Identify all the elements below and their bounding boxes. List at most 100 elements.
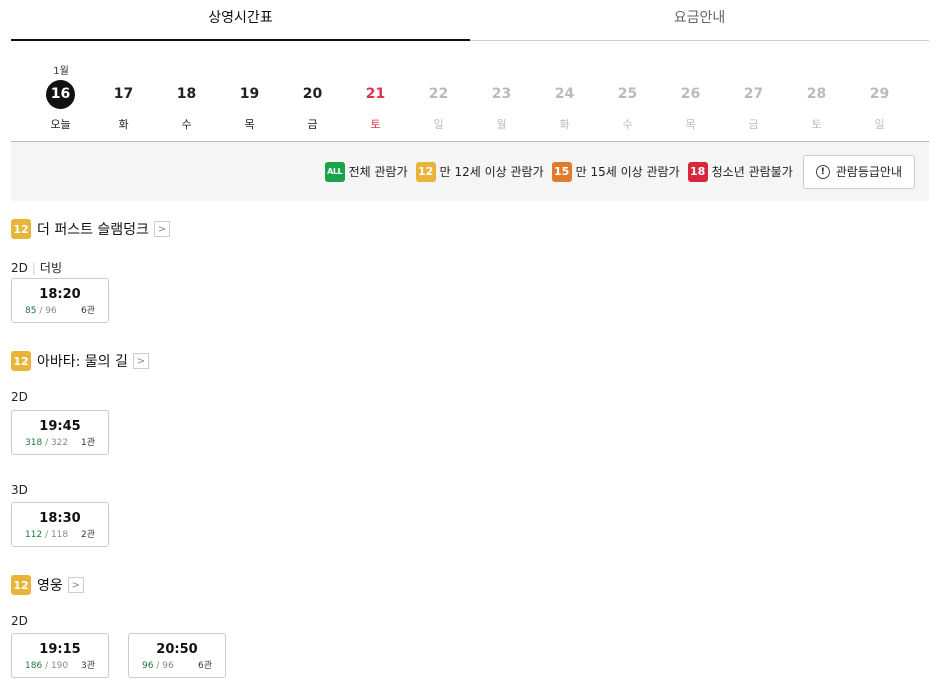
format-label: 2D (11, 390, 28, 404)
info-icon: ! (815, 164, 830, 179)
date-weekday: 토 (370, 118, 381, 131)
movie-title-row: 12 더 퍼스트 슬램덩크 > (11, 219, 170, 239)
date-weekday: 월 (496, 118, 507, 131)
movie-title[interactable]: 아바타: 물의 길 (37, 351, 128, 371)
showtime-button[interactable]: 19:45 318 / 322 1관 (11, 410, 109, 455)
date-weekday: 목 (244, 118, 255, 131)
date-item: 24 화 (533, 80, 596, 132)
date-weekday: 목 (685, 118, 696, 131)
date-weekday: 오늘 (50, 118, 71, 131)
chevron-right-icon[interactable]: > (153, 221, 170, 237)
format-label: 3D (11, 483, 28, 497)
showtime-button[interactable]: 18:20 85 / 96 6관 (11, 278, 109, 323)
date-weekday: 일 (874, 118, 885, 131)
date-number: 17 (113, 86, 134, 102)
rating-legend-all: ALL 전체 관람가 (324, 161, 408, 182)
date-item[interactable]: 20 금 (281, 80, 344, 132)
date-item: 22 일 (407, 80, 470, 132)
date-item[interactable]: 17 화 (92, 80, 155, 132)
date-number: 27 (743, 86, 764, 102)
rating-legend-bar: ALL 전체 관람가 12 만 12세 이상 관람가 15 만 15세 이상 관… (11, 141, 929, 201)
date-item: 28 토 (785, 80, 848, 132)
showtime-time: 19:15 (39, 642, 81, 657)
chevron-right-icon[interactable]: > (67, 577, 84, 593)
date-number: 28 (806, 86, 827, 102)
rating-legend-label: 전체 관람가 (348, 165, 408, 179)
chevron-right-icon[interactable]: > (132, 353, 149, 369)
tab-bar: 상영시간표 요금안내 (11, 0, 929, 41)
tab-showtimes[interactable]: 상영시간표 (11, 0, 470, 41)
movie-title[interactable]: 영웅 (37, 575, 63, 595)
date-weekday: 토 (811, 118, 822, 131)
hall-label: 2관 (80, 530, 95, 540)
seats-total: / 96 (156, 661, 174, 671)
rating-15-badge: 15 (551, 161, 572, 182)
date-item[interactable]: 19 목 (218, 80, 281, 132)
format-type: 3D (11, 483, 28, 497)
date-weekday: 화 (118, 118, 129, 131)
rating-12-badge: 12 (11, 575, 31, 595)
rating-all-badge: ALL (324, 161, 345, 182)
showtime-time: 18:20 (39, 287, 81, 302)
showtime-button[interactable]: 18:30 112 / 118 2관 (11, 502, 109, 547)
date-item[interactable]: 16 오늘 (29, 80, 92, 132)
movie-title-row: 12 아바타: 물의 길 > (11, 351, 149, 371)
seat-count: 112 / 118 (25, 530, 68, 540)
format-type: 2D (11, 261, 28, 275)
rating-18-badge: 18 (687, 161, 708, 182)
date-number: 23 (491, 86, 512, 102)
seats-available: 112 (25, 530, 43, 540)
date-item: 29 일 (848, 80, 911, 132)
tab-pricing[interactable]: 요금안내 (470, 0, 929, 40)
date-item: 23 월 (470, 80, 533, 132)
seats-available: 85 (25, 306, 37, 316)
seats-total: / 96 (39, 306, 57, 316)
date-weekday: 일 (433, 118, 444, 131)
date-number: 22 (428, 86, 449, 102)
rating-legend-18: 18 청소년 관람불가 (687, 161, 793, 182)
format-type: 2D (11, 390, 28, 404)
rating-guide-button[interactable]: ! 관람등급안내 (802, 154, 915, 189)
format-label: 2D | 더빙 (11, 259, 62, 276)
rating-12-badge: 12 (11, 219, 31, 239)
month-label: 1월 (53, 66, 69, 77)
hall-label: 6관 (197, 661, 212, 671)
date-number: 26 (680, 86, 701, 102)
date-item: 25 수 (596, 80, 659, 132)
date-item[interactable]: 18 수 (155, 80, 218, 132)
rating-guide-label: 관람등급안내 (835, 165, 902, 179)
seat-count: 85 / 96 (25, 306, 57, 316)
date-item: 26 목 (659, 80, 722, 132)
rating-legend-12: 12 만 12세 이상 관람가 (415, 161, 544, 182)
format-label: 2D (11, 614, 28, 628)
date-item[interactable]: 21 토 (344, 80, 407, 132)
movie-title-row: 12 영웅 > (11, 575, 84, 595)
divider: | (31, 261, 36, 275)
format-sub: 더빙 (39, 261, 63, 275)
seats-total: / 118 (45, 530, 69, 540)
seats-total: / 190 (45, 661, 69, 671)
showtime-button[interactable]: 20:50 96 / 96 6관 (128, 633, 226, 678)
rating-legend-15: 15 만 15세 이상 관람가 (551, 161, 680, 182)
hall-label: 3관 (80, 661, 95, 671)
date-number: 20 (302, 86, 323, 102)
seat-count: 186 / 190 (25, 661, 68, 671)
date-number: 18 (176, 86, 197, 102)
showtime-button[interactable]: 19:15 186 / 190 3관 (11, 633, 109, 678)
movie-title[interactable]: 더 퍼스트 슬램덩크 (37, 219, 149, 239)
seats-available: 96 (142, 661, 154, 671)
date-strip: 16 오늘 17 화 18 수 19 목 20 금 21 토 22 일 23 월 24 화 25 수… (29, 80, 911, 132)
showtime-time: 18:30 (39, 511, 81, 526)
date-weekday: 금 (748, 118, 759, 131)
format-type: 2D (11, 614, 28, 628)
date-number: 29 (869, 86, 890, 102)
rating-12-badge: 12 (415, 161, 436, 182)
date-number: 19 (239, 86, 260, 102)
rating-12-badge: 12 (11, 351, 31, 371)
date-number: 21 (365, 86, 386, 102)
date-number: 25 (617, 86, 638, 102)
rating-legend-label: 만 15세 이상 관람가 (575, 165, 680, 179)
date-item: 27 금 (722, 80, 785, 132)
date-number: 16 (46, 80, 75, 109)
showtime-time: 19:45 (39, 419, 81, 434)
